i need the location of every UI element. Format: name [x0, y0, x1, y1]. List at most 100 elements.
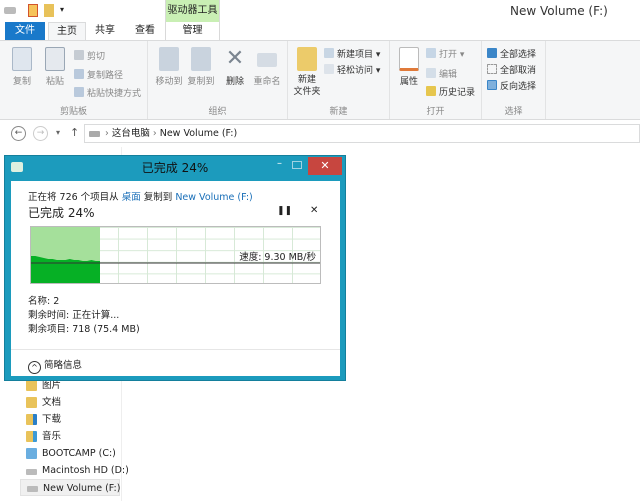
cancel-button[interactable]: ✕ [310, 205, 318, 216]
history-button[interactable]: 历史记录 [426, 85, 475, 98]
drive-tools-context: 驱动器工具 管理 [165, 0, 220, 40]
maximize-button[interactable] [292, 161, 302, 169]
edit-icon [426, 68, 436, 78]
select-none-button[interactable]: 全部取消 [487, 63, 536, 76]
destination-link[interactable]: New Volume (F:) [175, 192, 252, 203]
paste-icon [45, 47, 65, 71]
divider [11, 349, 340, 350]
open-group: 属性 打开 ▾ 编辑 历史记录 打开 [390, 41, 482, 119]
move-to-icon [159, 47, 179, 71]
items-remaining: 剩余项目: 718 (75.4 MB) [28, 321, 140, 335]
recent-locations-icon[interactable]: ▾ [56, 128, 60, 137]
rename-button[interactable]: 重命名 [250, 47, 284, 87]
tab-file[interactable]: 文件 [5, 22, 45, 40]
move-to-button[interactable]: 移动到 [152, 47, 186, 87]
nav-macintosh-hd[interactable]: Macintosh HD (D:) [24, 462, 129, 479]
copy-description: 正在将 726 个项目从 桌面 复制到 New Volume (F:) [28, 189, 253, 203]
edit-button[interactable]: 编辑 [426, 67, 457, 80]
rename-icon [257, 53, 277, 67]
drive-icon [4, 7, 16, 14]
fewer-details-button[interactable]: ^ 简略信息 [28, 357, 82, 374]
file-name: 名称: 2 [28, 293, 59, 307]
clipboard-group-label: 剪贴板 [0, 104, 147, 117]
context-group-label: 驱动器工具 [166, 0, 219, 22]
scissors-icon [74, 50, 84, 60]
paste-shortcut-icon [74, 87, 84, 97]
properties-icon[interactable] [28, 4, 38, 17]
music-folder-icon [26, 431, 37, 442]
open-group-label: 打开 [390, 104, 481, 117]
select-none-icon [487, 64, 497, 74]
copy-path-button[interactable]: 复制路径 [74, 68, 123, 81]
clipboard-group: 复制 粘贴 剪切 复制路径 粘贴快捷方式 剪贴板 [0, 41, 148, 119]
select-group: 全部选择 全部取消 反向选择 选择 [482, 41, 546, 119]
nav-music[interactable]: 音乐 [24, 428, 61, 445]
windows-drive-icon [26, 448, 37, 459]
easy-access-button[interactable]: 轻松访问 ▾ [324, 63, 380, 76]
dialog-body: 正在将 726 个项目从 桌面 复制到 New Volume (F:) 已完成 … [11, 181, 340, 376]
copy-button[interactable]: 复制 [5, 47, 39, 87]
nav-downloads[interactable]: 下载 [24, 411, 61, 428]
select-all-button[interactable]: 全部选择 [487, 47, 536, 60]
copy-to-icon [191, 47, 211, 71]
window-title: New Volume (F:) [510, 4, 608, 18]
copy-progress-dialog: 已完成 24% – ✕ 正在将 726 个项目从 桌面 复制到 New Volu… [4, 155, 346, 381]
pictures-folder-icon [26, 380, 37, 391]
chevron-up-icon: ^ [28, 361, 41, 374]
properties-check-icon [399, 47, 419, 71]
drive-icon [27, 486, 38, 492]
select-all-icon [487, 48, 497, 58]
properties-button[interactable]: 属性 [392, 47, 426, 87]
new-folder-button[interactable]: 新建 文件夹 [290, 47, 324, 98]
tab-view[interactable]: 查看 [127, 22, 163, 40]
select-group-label: 选择 [482, 104, 545, 117]
delete-button[interactable]: ✕删除 [218, 47, 252, 87]
drive-icon [89, 131, 100, 137]
ribbon: 复制 粘贴 剪切 复制路径 粘贴快捷方式 剪贴板 移动到 复制到 ✕删除 重命名… [0, 40, 640, 120]
breadcrumb-this-pc[interactable]: 这台电脑 [112, 128, 150, 139]
downloads-folder-icon [26, 414, 37, 425]
open-button[interactable]: 打开 ▾ [426, 47, 464, 60]
cut-button[interactable]: 剪切 [74, 49, 105, 62]
source-link[interactable]: 桌面 [122, 192, 141, 203]
speed-area [31, 256, 100, 283]
paste-shortcut-button[interactable]: 粘贴快捷方式 [74, 86, 141, 99]
speed-label: 速度: 9.30 MB/秒 [239, 249, 316, 263]
address-bar[interactable]: › 这台电脑 › New Volume (F:) [84, 124, 640, 143]
back-button[interactable]: ← [11, 126, 26, 141]
speed-chart: 速度: 9.30 MB/秒 [30, 226, 321, 284]
breadcrumb-new-volume[interactable]: New Volume (F:) [160, 128, 237, 139]
nav-bootcamp[interactable]: BOOTCAMP (C:) [24, 445, 116, 462]
documents-folder-icon [26, 397, 37, 408]
delete-x-icon: ✕ [225, 47, 245, 71]
paste-button[interactable]: 粘贴 [38, 47, 72, 87]
organize-group: 移动到 复制到 ✕删除 重命名 组织 [148, 41, 288, 119]
open-icon [426, 48, 436, 58]
nav-documents[interactable]: 文档 [24, 394, 61, 411]
customize-quick-access-icon[interactable]: ▾ [60, 5, 64, 14]
copy-to-button[interactable]: 复制到 [184, 47, 218, 87]
time-remaining: 剩余时间: 正在计算... [28, 307, 119, 321]
forward-button[interactable]: → [33, 126, 48, 141]
tab-home[interactable]: 主页 [48, 22, 86, 40]
tab-share[interactable]: 共享 [87, 22, 123, 40]
title-bar: ▾ New Volume (F:) [0, 0, 640, 22]
drive-icon [26, 469, 37, 475]
easy-access-icon [324, 64, 334, 74]
new-item-button[interactable]: 新建项目 ▾ [324, 47, 380, 60]
new-item-icon [324, 48, 334, 58]
up-button[interactable]: ↑ [70, 126, 79, 139]
folder-icon [297, 47, 317, 71]
tab-manage[interactable]: 管理 [166, 22, 219, 40]
nav-new-volume[interactable]: New Volume (F:) [20, 479, 120, 496]
invert-selection-icon [487, 80, 497, 90]
new-folder-icon[interactable] [44, 4, 54, 17]
new-group: 新建 文件夹 新建项目 ▾ 轻松访问 ▾ 新建 [288, 41, 390, 119]
copy-path-icon [74, 69, 84, 79]
new-group-label: 新建 [288, 104, 389, 117]
pause-button[interactable]: ❚❚ [277, 206, 292, 216]
organize-group-label: 组织 [148, 104, 287, 117]
minimize-button[interactable]: – [277, 158, 282, 169]
close-button[interactable]: ✕ [308, 157, 342, 175]
invert-selection-button[interactable]: 反向选择 [487, 79, 536, 92]
